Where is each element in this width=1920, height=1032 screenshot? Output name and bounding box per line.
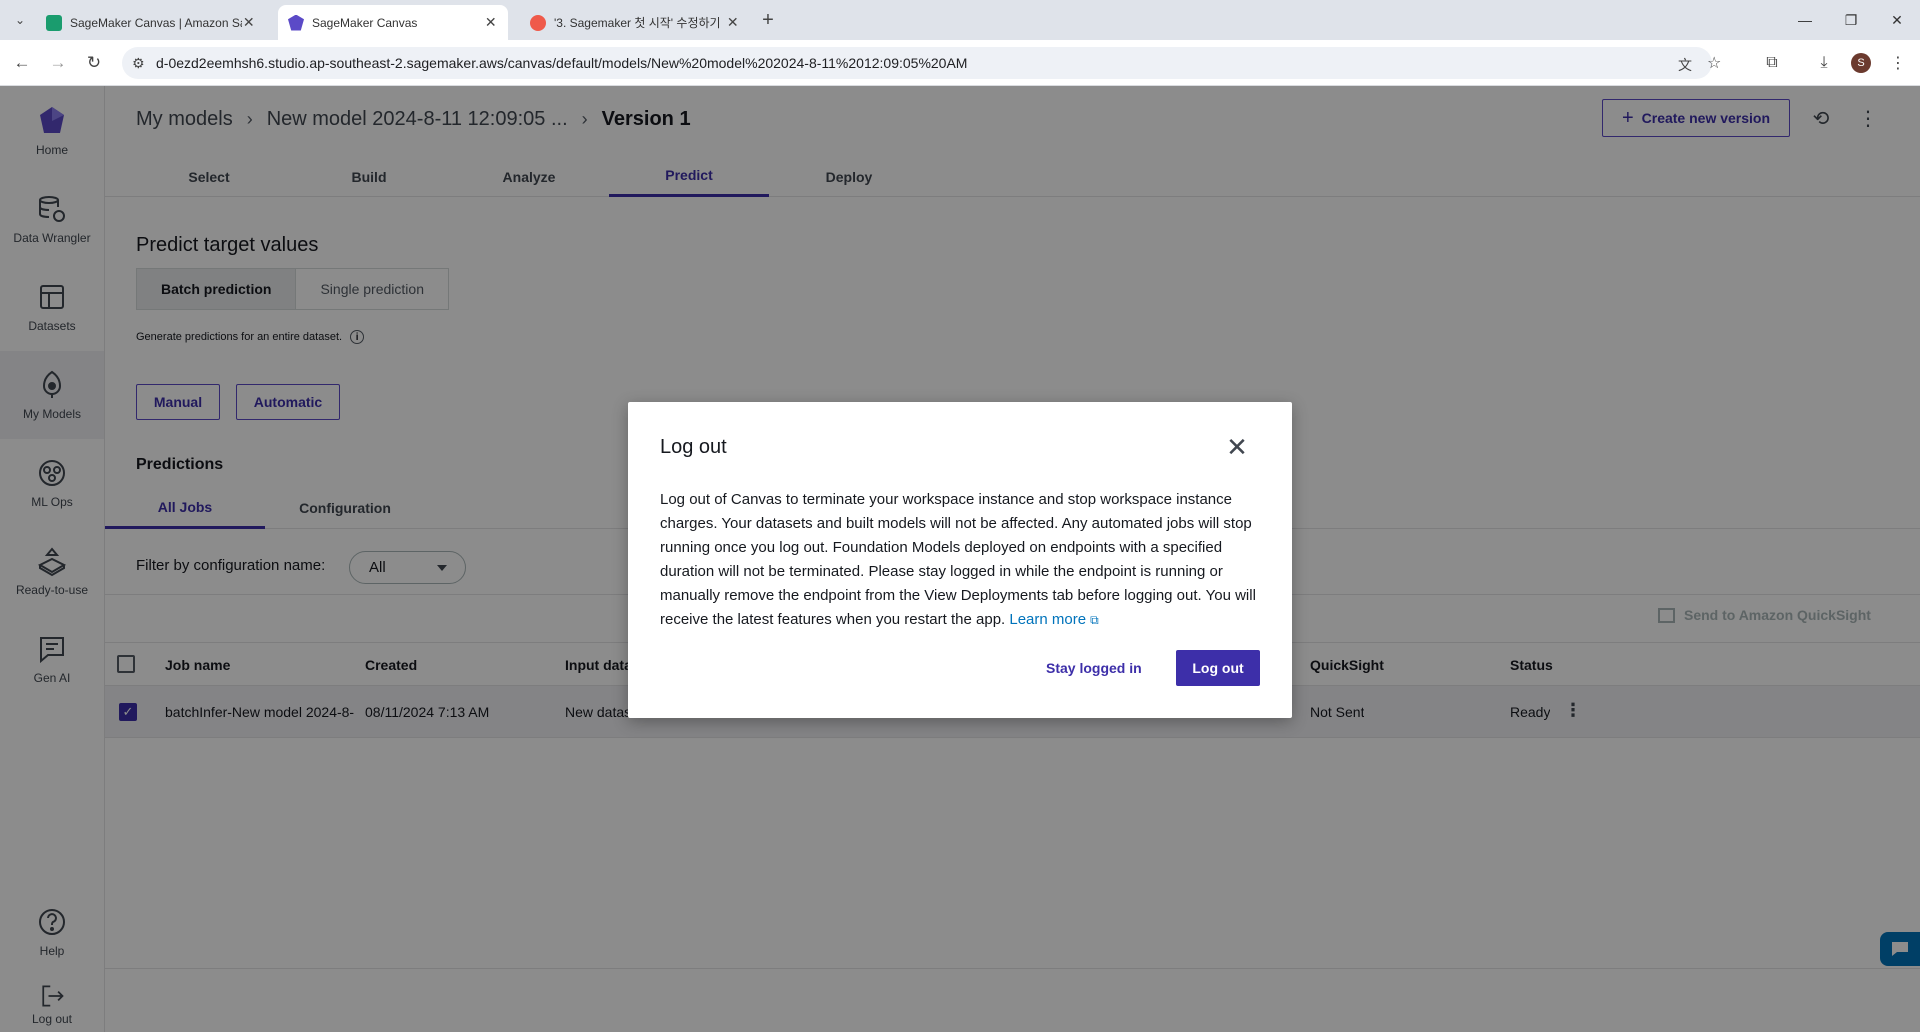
- reload-icon[interactable]: ↻: [82, 51, 106, 75]
- log-out-dialog: Log out ✕ Log out of Canvas to terminate…: [628, 402, 1292, 718]
- tab-search-icon[interactable]: ⌄: [8, 8, 32, 32]
- download-icon[interactable]: ⤓: [1812, 51, 1836, 75]
- url-text: d-0ezd2eemhsh6.studio.ap-southeast-2.sag…: [156, 55, 968, 71]
- translate-icon[interactable]: 文: [1678, 55, 1692, 75]
- bookmark-star-icon[interactable]: ☆: [1707, 53, 1721, 73]
- close-tab-icon[interactable]: ✕: [242, 14, 256, 31]
- browser-tab-title: SageMaker Canvas: [312, 15, 418, 30]
- close-tab-icon[interactable]: ✕: [484, 14, 498, 31]
- stay-logged-in-button[interactable]: Stay logged in: [1034, 650, 1154, 686]
- learn-more-link[interactable]: Learn more ⧉: [1009, 611, 1098, 628]
- back-icon[interactable]: ←: [10, 51, 34, 75]
- external-link-icon: ⧉: [1090, 613, 1099, 627]
- log-out-button[interactable]: Log out: [1176, 650, 1260, 686]
- sagemaker-tab-favicon: [46, 14, 62, 31]
- dialog-body: Log out of Canvas to terminate your work…: [660, 488, 1260, 632]
- tistory-tab-favicon: [530, 14, 546, 31]
- minimize-icon[interactable]: —: [1782, 0, 1828, 40]
- forward-icon[interactable]: →: [46, 51, 70, 75]
- dialog-message: Log out of Canvas to terminate your work…: [660, 491, 1256, 628]
- browser-toolbar: ← → ↻ ⚙ d-0ezd2eemhsh6.studio.ap-southea…: [0, 40, 1920, 86]
- restore-icon[interactable]: ❐: [1828, 0, 1874, 40]
- browser-tab-title: '3. Sagemaker 첫 시작' 수정하기: [554, 16, 721, 30]
- address-bar[interactable]: ⚙ d-0ezd2eemhsh6.studio.ap-southeast-2.s…: [122, 47, 1721, 79]
- site-info-icon[interactable]: ⚙: [132, 55, 145, 72]
- browser-tab[interactable]: '3. Sagemaker 첫 시작' 수정하기 ✕: [520, 5, 750, 40]
- canvas-tab-favicon: [288, 14, 304, 31]
- browser-tab[interactable]: SageMaker Canvas | Amazon Sa ✕: [36, 5, 266, 40]
- close-tab-icon[interactable]: ✕: [726, 14, 740, 31]
- browser-tab-title: SageMaker Canvas | Amazon Sa: [70, 15, 242, 30]
- extensions-icon[interactable]: ⧉: [1760, 51, 1784, 75]
- browser-menu-icon[interactable]: ⋮: [1886, 51, 1910, 75]
- profile-avatar[interactable]: S: [1851, 53, 1871, 73]
- close-icon[interactable]: ✕: [1222, 432, 1252, 462]
- dialog-title: Log out: [660, 436, 727, 458]
- browser-tab-active[interactable]: SageMaker Canvas ✕: [278, 5, 508, 40]
- browser-tab-strip: ⌄ SageMaker Canvas | Amazon Sa ✕ SageMak…: [0, 0, 1920, 40]
- new-tab-button[interactable]: +: [756, 8, 780, 32]
- learn-more-label: Learn more: [1009, 611, 1087, 628]
- close-window-icon[interactable]: ✕: [1874, 0, 1920, 40]
